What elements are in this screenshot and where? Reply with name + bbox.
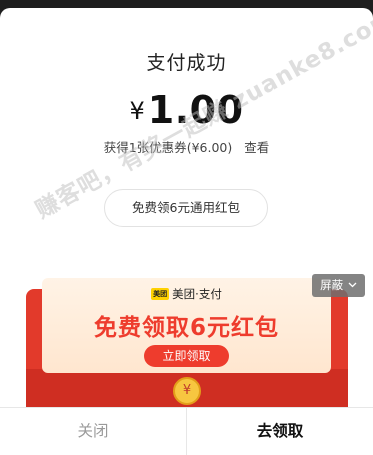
- bottom-action-bar: 关闭 去领取: [0, 407, 373, 455]
- payment-success-sheet: 支付成功 ¥1.00 获得1张优惠券(¥6.00) 查看 免费领6元通用红包 美团…: [0, 8, 373, 455]
- ad-card[interactable]: 美团 美团·支付 免费领取6元红包 立即领取: [42, 278, 331, 373]
- ad-brand-text: 美团·支付: [172, 287, 222, 301]
- chevron-down-icon: [348, 282, 357, 288]
- amount-display: ¥1.00: [0, 88, 373, 132]
- page-title: 支付成功: [146, 52, 227, 74]
- close-button[interactable]: 关闭: [0, 408, 187, 455]
- envelope-seal-icon: ¥: [173, 377, 201, 405]
- free-red-packet-button[interactable]: 免费领6元通用红包: [104, 189, 268, 227]
- block-ad-button[interactable]: 屏蔽: [312, 274, 365, 297]
- amount-value: 1.00: [147, 88, 244, 132]
- coupon-info: 获得1张优惠券(¥6.00) 查看: [0, 137, 373, 156]
- ad-brand: 美团 美团·支付: [42, 286, 331, 302]
- coupon-text: 获得1张优惠券(¥6.00): [103, 140, 233, 155]
- view-coupon-link[interactable]: 查看: [244, 140, 269, 155]
- ad-headline: 免费领取6元红包: [93, 315, 279, 341]
- go-claim-button[interactable]: 去领取: [187, 408, 373, 455]
- claim-now-button[interactable]: 立即领取: [144, 345, 229, 367]
- meituan-logo-icon: 美团: [151, 288, 170, 300]
- currency-symbol: ¥: [129, 97, 145, 125]
- block-ad-label: 屏蔽: [320, 278, 344, 292]
